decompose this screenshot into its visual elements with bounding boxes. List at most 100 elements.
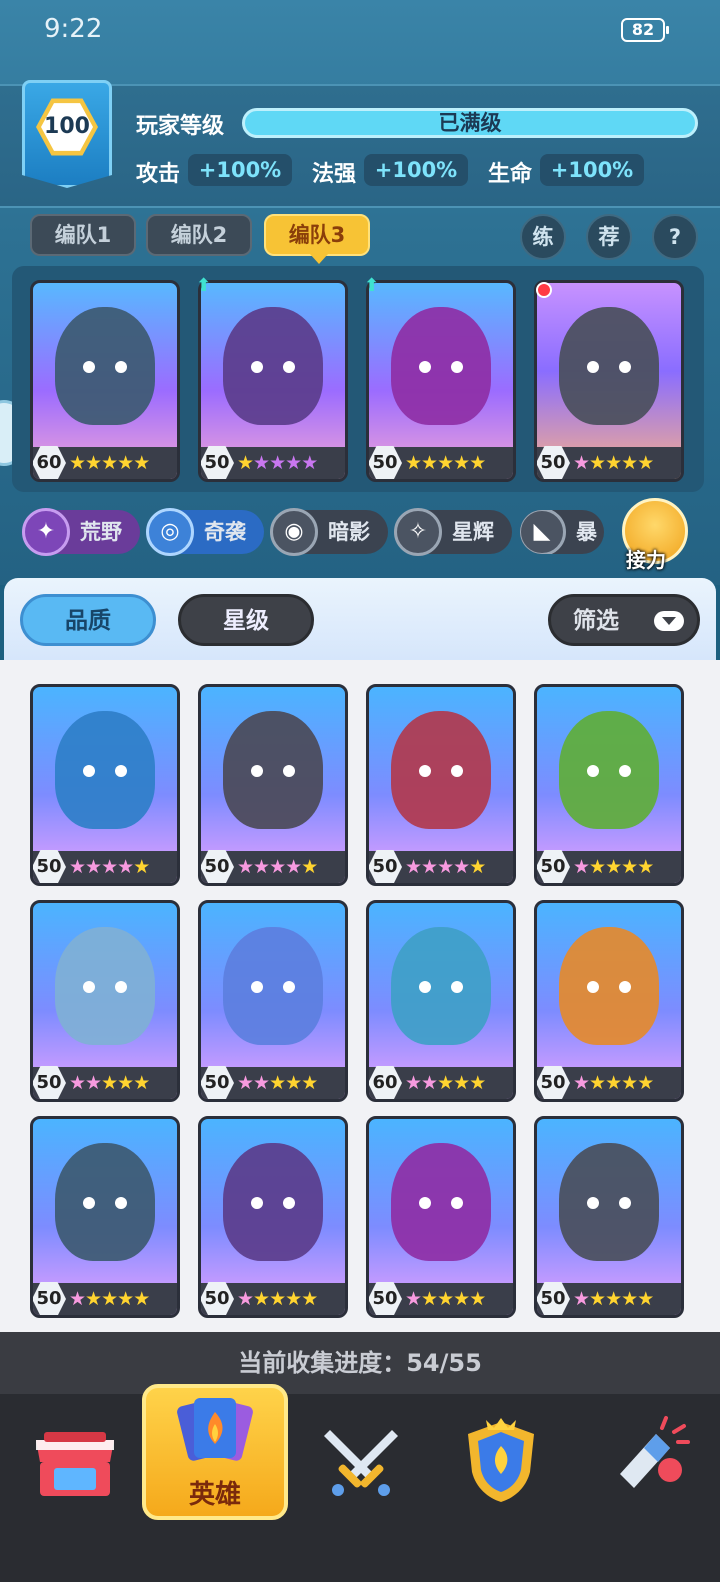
faction-label: 奇袭 <box>204 520 246 544</box>
star-icon: ★ <box>301 452 318 474</box>
hero-eyes <box>83 361 127 373</box>
tab-team-2[interactable]: 编队2 <box>146 214 252 256</box>
star-icon: ★ <box>117 1072 134 1094</box>
hero-eyes <box>587 981 631 993</box>
star-icon: ★ <box>85 1288 102 1310</box>
stat-value-hp: +100% <box>540 154 644 186</box>
hero-eyes <box>419 361 463 373</box>
star-icon: ★ <box>101 452 118 474</box>
nav-hero-label: 英雄 <box>188 1480 241 1510</box>
star-icon: ★ <box>469 1288 486 1310</box>
team_heroes-hero-card[interactable]: 50 ★★★★★ <box>366 280 516 482</box>
star-icon: ★ <box>285 1072 302 1094</box>
collection-hero-card[interactable]: 50 ★★★★★ <box>534 1116 684 1318</box>
collection-hero-card[interactable]: 50 ★★★★★ <box>366 684 516 886</box>
faction-label: 荒野 <box>80 520 122 544</box>
faction-shadow[interactable]: ◉ 暗影 <box>270 508 388 556</box>
collection-hero-card[interactable]: 50 ★★★★★ <box>534 684 684 886</box>
faction-fury[interactable]: ◣ 暴 <box>520 510 604 554</box>
collection-hero-card[interactable]: 50 ★★★★★ <box>198 1116 348 1318</box>
hero-stars: ★★★★★ <box>405 452 486 474</box>
stat-label-attack: 攻击 <box>136 162 181 187</box>
star-icon: ★ <box>469 1072 486 1094</box>
star-icon: ★ <box>469 452 486 474</box>
collection-hero-card[interactable]: 50 ★★★★★ <box>30 684 180 886</box>
star-icon: ★ <box>69 1072 86 1094</box>
star-icon: ★ <box>69 452 86 474</box>
battery-icon: 82 <box>621 18 669 42</box>
stat-label-hp: 生命 <box>488 162 533 187</box>
faction-label: 暴 <box>576 520 597 544</box>
star-icon: ★ <box>605 1288 622 1310</box>
sort-quality-button[interactable]: 品质 <box>20 594 156 646</box>
star-icon: ★ <box>301 1288 318 1310</box>
collection-hero-card[interactable]: 50 ★★★★★ <box>366 1116 516 1318</box>
recommend-button[interactable]: 荐 <box>586 214 632 260</box>
star-icon: ★ <box>589 1072 606 1094</box>
star-icon: ★ <box>637 1072 654 1094</box>
star-icon: ★ <box>421 1072 438 1094</box>
hero-eyes <box>587 765 631 777</box>
hero-eyes <box>251 1197 295 1209</box>
battle-swords-icon[interactable] <box>316 1410 406 1510</box>
star-icon: ★ <box>101 1072 118 1094</box>
hero-stars: ★★★★★ <box>237 452 318 474</box>
star-icon: ★ <box>253 452 270 474</box>
star-icon: ★ <box>453 1288 470 1310</box>
star-icon: ★ <box>237 452 254 474</box>
star-icon: ★ <box>253 856 270 878</box>
train-button[interactable]: 练 <box>520 214 566 260</box>
faction-label: 星辉 <box>452 520 494 544</box>
collection-hero-card[interactable]: 50 ★★★★★ <box>30 1116 180 1318</box>
star-icon: ★ <box>605 1072 622 1094</box>
hero-eyes <box>83 765 127 777</box>
star-icon: ★ <box>237 1072 254 1094</box>
sort-star-button[interactable]: 星级 <box>178 594 314 646</box>
hero-eyes <box>83 981 127 993</box>
team_heroes-hero-card[interactable]: 60 ★★★★★ <box>30 280 180 482</box>
collection-hero-card[interactable]: 50 ★★★★★ <box>534 900 684 1102</box>
star-icon: ★ <box>405 1288 422 1310</box>
claw-icon: ◣ <box>520 510 566 554</box>
hero-cards-icon <box>177 1398 253 1461</box>
guild-shield-icon[interactable] <box>456 1410 546 1510</box>
hero-stars: ★★★★★ <box>237 1072 318 1094</box>
star-icon: ★ <box>269 1072 286 1094</box>
star-icon: ★ <box>637 856 654 878</box>
gacha-capsule-icon[interactable] <box>600 1410 690 1510</box>
collection-hero-card[interactable]: 50 ★★★★★ <box>198 900 348 1102</box>
star-icon: ★ <box>237 1288 254 1310</box>
star-icon: ★ <box>301 1072 318 1094</box>
star-icon: ★ <box>453 856 470 878</box>
stat-value-magic: +100% <box>364 154 468 186</box>
faction-wild[interactable]: ✦ 荒野 <box>22 508 140 556</box>
upgrade-arrow-icon: ⬆ <box>196 275 212 296</box>
team_heroes-hero-card[interactable]: 50 ★★★★★ <box>534 280 684 482</box>
faction-star[interactable]: ✧ 星辉 <box>394 508 512 556</box>
collection-hero-card[interactable]: 60 ★★★★★ <box>366 900 516 1102</box>
upgrade-arrow-icon: ⬆ <box>364 275 380 296</box>
hero-stars: ★★★★★ <box>573 1072 654 1094</box>
star-icon: ★ <box>437 452 454 474</box>
hero-stars: ★★★★★ <box>405 1072 486 1094</box>
tab-team-1[interactable]: 编队1 <box>30 214 136 256</box>
collection-hero-card[interactable]: 50 ★★★★★ <box>30 900 180 1102</box>
star-icon: ★ <box>637 1288 654 1310</box>
notification-dot <box>536 282 552 298</box>
level-progress-bar: 已满级 <box>242 108 698 138</box>
star-icon: ★ <box>117 1288 134 1310</box>
team_heroes-hero-card[interactable]: 50 ★★★★★ <box>198 280 348 482</box>
faction-surprise[interactable]: ◎ 奇袭 <box>146 508 264 556</box>
hero-stars: ★★★★★ <box>573 452 654 474</box>
help-button[interactable]: ? <box>652 214 698 260</box>
shop-icon[interactable] <box>30 1410 120 1510</box>
star-icon: ★ <box>117 856 134 878</box>
tab-team-3[interactable]: 编队3 <box>264 214 370 264</box>
collection-hero-card[interactable]: 50 ★★★★★ <box>198 684 348 886</box>
swirl-icon: ◎ <box>146 508 194 556</box>
star-icon: ★ <box>421 1288 438 1310</box>
hero-stars: ★★★★★ <box>237 1288 318 1310</box>
star-icon: ★ <box>421 856 438 878</box>
star-icon: ★ <box>573 856 590 878</box>
relay-label: 接力 <box>626 548 666 572</box>
